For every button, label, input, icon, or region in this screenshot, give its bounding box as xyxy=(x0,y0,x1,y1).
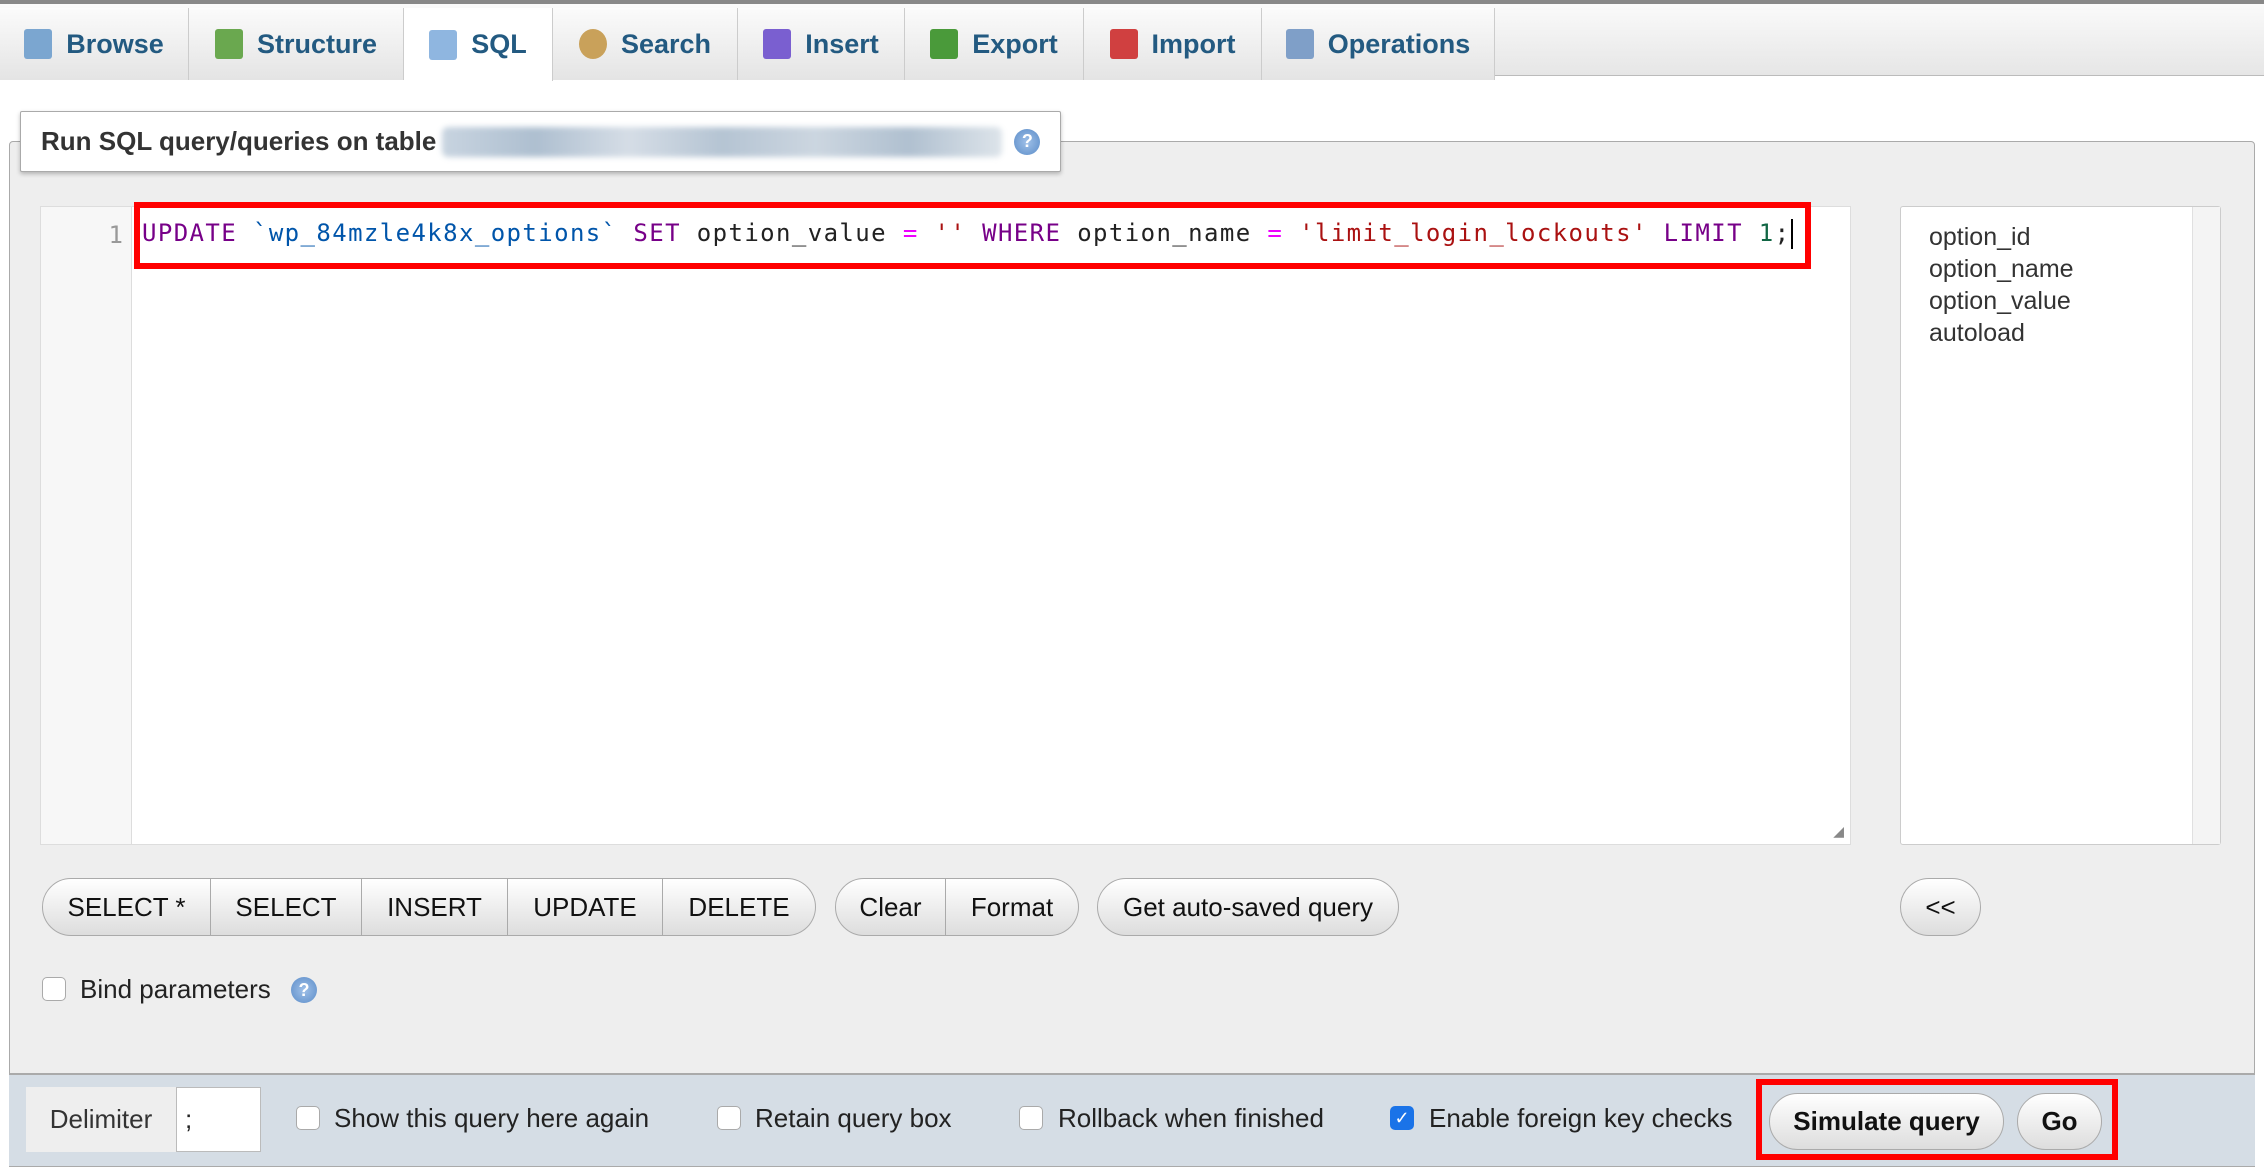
update-button[interactable]: UPDATE xyxy=(508,878,663,936)
tab-bar: Browse Structure SQL Search Insert Expor… xyxy=(0,0,2264,81)
column-item[interactable]: autoload xyxy=(1929,319,2025,348)
tab-insert[interactable]: Insert xyxy=(738,8,905,80)
line-gutter: 1 xyxy=(41,207,132,844)
resize-handle-icon[interactable]: ◢ xyxy=(1833,823,1844,840)
tab-label: SQL xyxy=(471,29,527,59)
tab-import[interactable]: Import xyxy=(1084,8,1262,80)
tab-label: Import xyxy=(1151,28,1236,59)
tab-label: Operations xyxy=(1327,28,1471,59)
foreign-key-checks-checkbox[interactable]: ✓ xyxy=(1390,1106,1414,1130)
retain-query-box-label: Retain query box xyxy=(755,1103,952,1133)
tab-sql[interactable]: SQL xyxy=(404,8,553,81)
rollback-checkbox[interactable] xyxy=(1019,1106,1043,1130)
wrench-icon xyxy=(1285,29,1314,59)
highlight-box-buttons xyxy=(1756,1079,2118,1160)
clear-button[interactable]: Clear xyxy=(835,878,946,936)
tab-label: Browse xyxy=(66,28,164,59)
tab-label: Insert xyxy=(805,28,879,59)
insert-button[interactable]: INSERT xyxy=(362,878,508,936)
sql-icon xyxy=(429,29,458,60)
tab-label: Export xyxy=(972,28,1058,59)
column-item[interactable]: option_value xyxy=(1929,287,2071,316)
delimiter-input[interactable]: ; xyxy=(176,1087,261,1152)
legend-title: Run SQL query/queries on table xyxy=(41,126,437,156)
bind-parameters-label: Bind parameters xyxy=(80,974,271,1004)
tab-label: Search xyxy=(620,28,712,59)
help-icon[interactable]: ? xyxy=(1014,128,1041,155)
show-query-again-checkbox[interactable] xyxy=(296,1106,320,1130)
column-list-scrollbar[interactable] xyxy=(2192,207,2220,844)
column-item[interactable]: option_id xyxy=(1929,223,2030,252)
tab-search[interactable]: Search xyxy=(553,8,738,80)
search-icon xyxy=(578,29,607,59)
select-star-button[interactable]: SELECT * xyxy=(42,878,211,936)
browse-icon xyxy=(24,29,53,59)
foreign-key-checks-label: Enable foreign key checks xyxy=(1429,1103,1733,1133)
line-number: 1 xyxy=(108,221,123,249)
fieldset-legend: Run SQL query/queries on table ? xyxy=(20,111,1061,172)
import-icon xyxy=(1109,29,1138,59)
format-button[interactable]: Format xyxy=(946,878,1079,936)
tab-browse[interactable]: Browse xyxy=(0,8,189,80)
tab-operations[interactable]: Operations xyxy=(1262,8,1495,80)
bind-parameters-checkbox[interactable] xyxy=(42,977,66,1001)
export-icon xyxy=(930,29,959,59)
select-button[interactable]: SELECT xyxy=(211,878,362,936)
delete-button[interactable]: DELETE xyxy=(663,878,816,936)
insert-icon xyxy=(763,29,792,59)
column-list[interactable]: option_id option_name option_value autol… xyxy=(1900,206,2221,845)
rollback-label: Rollback when finished xyxy=(1058,1103,1324,1133)
tab-export[interactable]: Export xyxy=(905,8,1084,80)
tab-structure[interactable]: Structure xyxy=(189,8,404,80)
retain-query-box-checkbox[interactable] xyxy=(717,1106,741,1130)
tab-label: Structure xyxy=(256,28,378,59)
insert-column-button[interactable]: << xyxy=(1900,878,1981,936)
blurred-table-name xyxy=(442,126,1003,157)
structure-icon xyxy=(214,29,243,59)
help-icon[interactable]: ? xyxy=(291,977,317,1003)
checkmark-icon: ✓ xyxy=(1394,1107,1410,1128)
get-auto-saved-query-button[interactable]: Get auto-saved query xyxy=(1097,878,1399,936)
delimiter-label: Delimiter xyxy=(26,1087,176,1152)
column-item[interactable]: option_name xyxy=(1929,255,2074,284)
show-query-again-label: Show this query here again xyxy=(334,1103,650,1133)
sql-editor[interactable]: 1 UPDATE `wp_84mzle4k8x_options` SET opt… xyxy=(40,206,1851,845)
highlight-box-query xyxy=(134,202,1811,269)
